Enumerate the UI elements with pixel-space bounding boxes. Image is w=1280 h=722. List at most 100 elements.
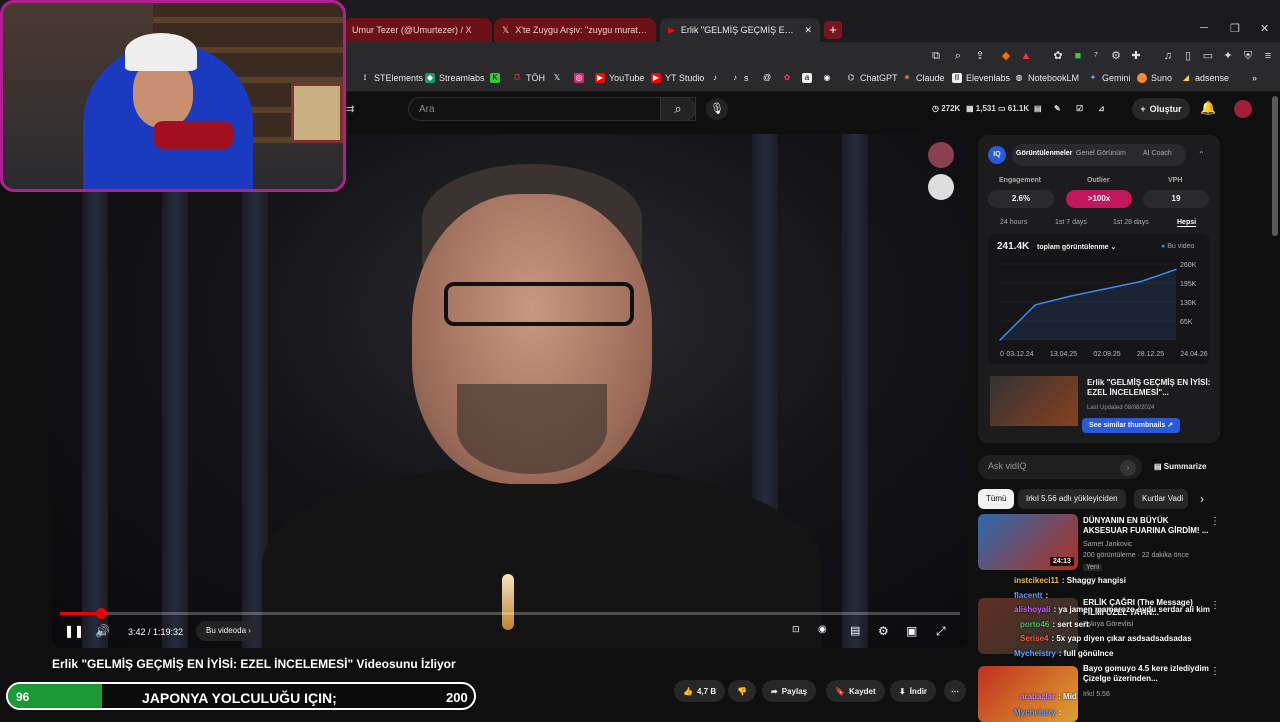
range-28d[interactable]: 1st 28 days xyxy=(1113,219,1149,226)
similar-thumbnails-button[interactable]: See similar thumbnails ↗ xyxy=(1082,418,1181,433)
settings-gear-icon[interactable]: ⚙ xyxy=(878,624,889,638)
bookmark-chatgpt[interactable]: ⌬ ChatGPT xyxy=(846,73,898,83)
bookmark-suno[interactable]: Suno xyxy=(1137,73,1172,83)
menu-icon[interactable]: ≡ xyxy=(1262,50,1274,62)
chart-icon[interactable]: ⊿ xyxy=(1098,104,1105,113)
chip-kurtlar-vadisi[interactable]: Kurtlar Vadi xyxy=(1134,489,1188,509)
bookmark-threads[interactable]: @ xyxy=(762,73,772,83)
youtube-logo-icon[interactable]: ⇉ xyxy=(346,104,354,115)
bookmark-streamlabs[interactable]: ◆ Streamlabs xyxy=(425,73,485,83)
summarize-button[interactable]: ▤ Summarize xyxy=(1154,462,1206,471)
bookmark-steam[interactable]: ◉ xyxy=(822,73,832,83)
edit-icon[interactable]: ✎ xyxy=(1054,104,1061,113)
tab-youtube-video[interactable]: ▶Erlik "GELMİŞ GEÇMİŞ EN İYİSİ✕ xyxy=(660,18,820,42)
new-tab-button[interactable]: + xyxy=(824,21,842,39)
bookmark-tiktok-s[interactable]: ♪ s xyxy=(730,73,749,83)
range-7d[interactable]: 1st 7 days xyxy=(1055,219,1087,226)
page-scrollbar[interactable] xyxy=(1272,96,1278,236)
range-24h[interactable]: 24 hours xyxy=(1000,219,1027,226)
avatar[interactable] xyxy=(1234,100,1252,118)
tab-zuygu-arsiv[interactable]: 𝕏X'te Zuygu Arşiv: "zuygu murat soner xyxy=(494,18,656,42)
more-bookmarks-icon[interactable]: » xyxy=(1252,73,1257,83)
volume-icon[interactable]: 🔊 xyxy=(95,624,110,638)
tab-umur-tezer[interactable]: Umur Tezer (@Umurtezer) / X xyxy=(344,18,492,42)
like-button[interactable]: 👍 4,7 B xyxy=(674,680,726,702)
bookmark-youtube[interactable]: ▶ YouTube xyxy=(595,73,644,83)
more-vert-icon[interactable]: ⋮ xyxy=(1210,666,1220,677)
dislike-button[interactable]: 👎 xyxy=(728,680,756,702)
recommendation-channel[interactable]: Eşkıya Görevlisi xyxy=(1083,621,1133,628)
save-button[interactable]: 🔖 Kaydet xyxy=(826,680,885,702)
share-button[interactable]: ➦ Paylaş xyxy=(762,680,817,702)
music-icon[interactable]: ♫ xyxy=(1162,50,1174,62)
bookmark-extension[interactable]: ✿ xyxy=(782,73,792,83)
recommendation-channel[interactable]: Irkıl 5.56 xyxy=(1083,691,1110,698)
brave-icon[interactable]: ◆ xyxy=(1000,50,1012,62)
search-button[interactable]: ⌕ xyxy=(660,97,696,121)
extension-icon[interactable]: ⁷ xyxy=(1090,50,1102,62)
minimize-icon[interactable]: ─ xyxy=(1200,22,1208,34)
bookmark-claude[interactable]: ✷ Claude xyxy=(902,73,945,83)
tab-ai-coach[interactable]: AI Coach xyxy=(1143,150,1172,157)
zoom-icon[interactable]: ⌕ xyxy=(952,50,964,62)
chip-uploader[interactable]: Irkıl 5.56 adlı yükleyiciden xyxy=(1018,489,1126,509)
notifications-bell-icon[interactable]: 🔔 xyxy=(1200,100,1216,116)
extension-icon[interactable]: ✿ xyxy=(1052,50,1064,62)
download-button[interactable]: ⬇ İndir xyxy=(890,680,937,702)
chip-all[interactable]: Tümü xyxy=(978,489,1015,509)
vidiq-player-icon[interactable]: ⊡ xyxy=(792,624,800,635)
tab-views[interactable]: Görüntülenmeler xyxy=(1016,150,1072,157)
chapter-button[interactable]: Bu videoda › xyxy=(196,621,261,641)
bookmark-amazon[interactable]: a xyxy=(802,73,812,83)
bookmark-kick[interactable]: K xyxy=(490,73,500,83)
bookmark-stelements[interactable]: ⟟ STElements xyxy=(360,73,424,83)
progress-track[interactable] xyxy=(60,612,960,615)
video-thumbnail[interactable] xyxy=(990,376,1078,426)
ai-icon[interactable]: ✦ xyxy=(1222,50,1234,62)
bookmark-elevenlabs[interactable]: II Elevenlabs xyxy=(952,73,1010,83)
share-icon[interactable]: ⇪ xyxy=(974,50,986,62)
tab-overview[interactable]: Genel Görünüm xyxy=(1076,150,1126,157)
recommendation-channel[interactable]: Samet Jankovic xyxy=(1083,541,1132,548)
sidebar-icon[interactable]: ▯ xyxy=(1182,50,1194,62)
more-vert-icon[interactable]: ⋮ xyxy=(1210,516,1220,527)
vpn-icon[interactable]: ⛨ xyxy=(1242,50,1254,62)
create-button[interactable]: + Oluştur xyxy=(1132,98,1190,120)
range-all[interactable]: Hepsi xyxy=(1177,219,1197,227)
miniplayer-icon[interactable]: ▣ xyxy=(906,624,917,638)
close-tab-icon[interactable]: ✕ xyxy=(804,25,812,36)
close-window-icon[interactable]: ✕ xyxy=(1260,22,1269,35)
voice-search-button[interactable]: 🎙 xyxy=(706,98,728,120)
ask-vidiq-input[interactable]: Ask vidIQ xyxy=(978,455,1142,479)
bookmark-toh[interactable]: Ʊ TÖH xyxy=(512,73,545,83)
autoplay-icon[interactable]: ◉ xyxy=(818,624,827,635)
sponsor-watermark[interactable] xyxy=(928,174,954,200)
bookmark-gemini[interactable]: ✦ Gemini xyxy=(1088,73,1131,83)
wallet-icon[interactable]: ▭ xyxy=(1202,50,1214,62)
channel-watermark[interactable] xyxy=(928,142,954,168)
collapse-icon[interactable]: ⌃ xyxy=(1198,150,1205,159)
analytics-icon[interactable]: ▤ xyxy=(1034,104,1042,113)
send-arrow-icon[interactable]: › xyxy=(1120,460,1136,476)
more-vert-icon[interactable]: ⋮ xyxy=(1210,600,1220,611)
recommendation-title[interactable]: DÜNYANIN EN BÜYÜK AKSESUAR FUARINA GİRDİ… xyxy=(1083,516,1211,536)
search-input[interactable]: Ara xyxy=(408,97,696,121)
maximize-icon[interactable]: ❐ xyxy=(1230,22,1240,35)
extension-icon[interactable]: ⚙ xyxy=(1110,50,1122,62)
fullscreen-icon[interactable]: ⤢ xyxy=(936,624,946,639)
chips-next-icon[interactable]: › xyxy=(1200,492,1204,506)
bookmark-x[interactable]: 𝕏 xyxy=(552,73,562,83)
checklist-icon[interactable]: ☑ xyxy=(1076,104,1083,113)
pause-icon[interactable]: ❚❚ xyxy=(64,624,84,638)
bookmark-notebooklm[interactable]: ◍ NotebookLM xyxy=(1014,73,1080,83)
bookmark-instagram[interactable]: ◎ xyxy=(574,73,584,83)
video-player[interactable] xyxy=(52,134,968,648)
bookmark-yt-studio[interactable]: ▶ YT Studio xyxy=(651,73,704,83)
extension-icon[interactable]: ■ xyxy=(1072,50,1084,62)
bookmark-adsense[interactable]: ◢ adsense xyxy=(1181,73,1229,83)
puzzle-icon[interactable]: ✚ xyxy=(1130,50,1142,62)
total-views-dropdown[interactable]: toplam görüntülenme ⌄ xyxy=(1037,243,1116,251)
subtitles-icon[interactable]: ▤ xyxy=(850,624,860,637)
bookmark-tiktok[interactable]: ♪ xyxy=(710,73,720,83)
more-actions-button[interactable]: ⋯ xyxy=(944,680,966,702)
